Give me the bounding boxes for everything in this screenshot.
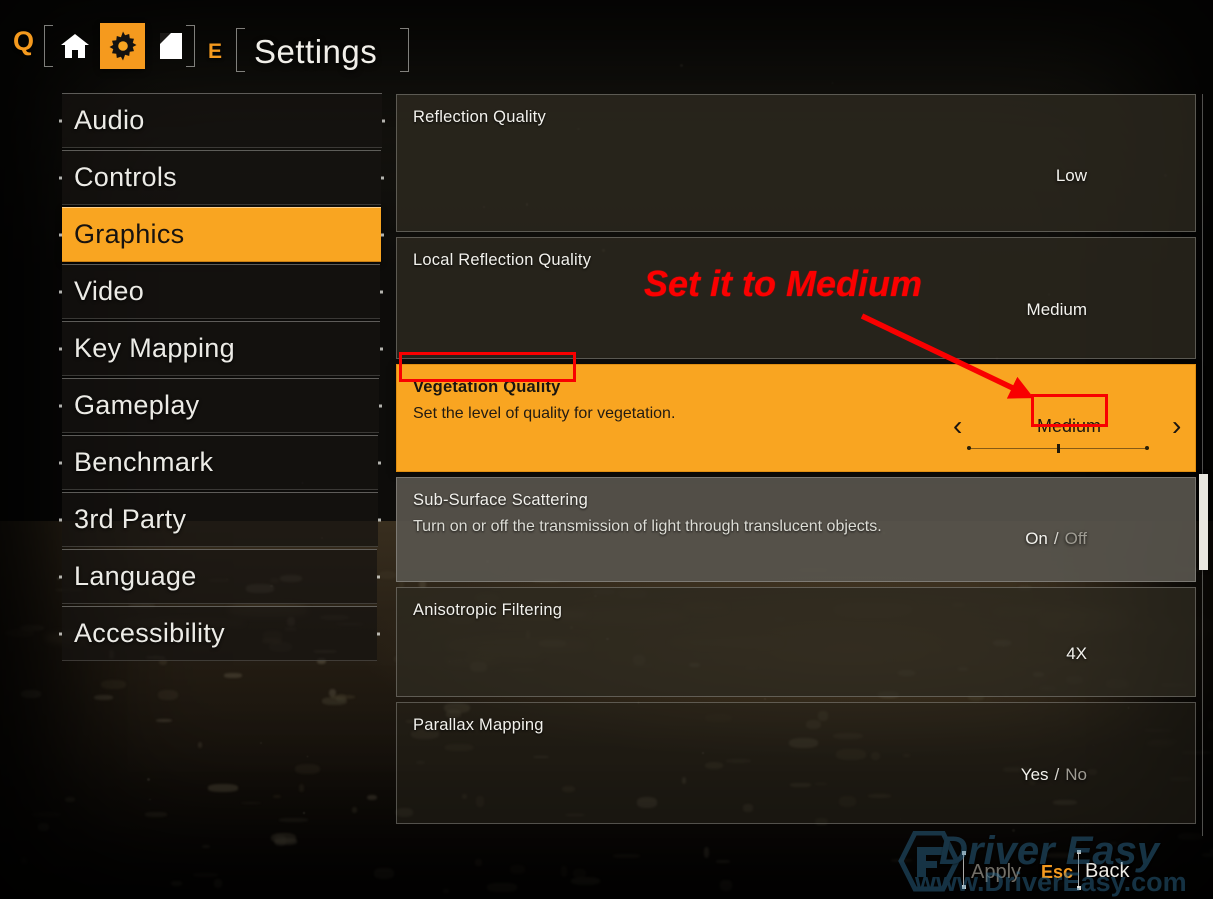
sidebar-item-label: Audio [74, 105, 145, 135]
setting-value-separator: / [1054, 765, 1060, 784]
scrollbar-thumb[interactable] [1199, 474, 1208, 570]
page-title: Settings [254, 33, 378, 70]
sidebar-item-nub-left [59, 461, 62, 464]
nav-icon-group [52, 22, 193, 70]
nav-home-button[interactable] [52, 23, 97, 69]
setting-slider[interactable] [967, 444, 1149, 454]
setting-row-sub-surface-scattering[interactable]: Sub-Surface Scattering Turn on or off the… [396, 477, 1196, 582]
document-icon [159, 33, 182, 59]
sidebar-item-nub-left [59, 575, 62, 578]
scrollbar-track[interactable] [1202, 94, 1203, 836]
setting-value[interactable]: On / Off [1025, 530, 1087, 547]
nav-log-button[interactable] [148, 23, 193, 69]
sidebar-item-key-mapping[interactable]: Key Mapping [59, 321, 383, 376]
setting-value[interactable]: Yes / No [1021, 766, 1087, 783]
sidebar-item-nub-left [59, 290, 62, 293]
sidebar-item-benchmark[interactable]: Benchmark [59, 435, 382, 490]
setting-value: 4X [1066, 645, 1087, 662]
sidebar-item-nub-left [59, 233, 62, 236]
sidebar-item-nub-left [59, 518, 62, 521]
nav-next-key: E [208, 40, 223, 63]
watermark-url: www.DriverEasy.com [915, 867, 1187, 897]
setting-value-text: 4X [1066, 644, 1087, 663]
setting-description: Set the level of quality for vegetation. [413, 404, 676, 422]
sidebar-item-accessibility[interactable]: Accessibility [59, 606, 380, 661]
sidebar-item-nub-right [382, 119, 385, 122]
slider-thumb[interactable] [1056, 444, 1060, 453]
sidebar-item-nub-left [59, 404, 62, 407]
sidebar-item-nub-right [381, 176, 385, 179]
sidebar-item-label: Benchmark [74, 447, 214, 477]
sidebar-item-nub-right [380, 233, 384, 236]
sidebar-item-nub-right [377, 518, 381, 521]
setting-value-text: Medium [1026, 300, 1087, 319]
gear-icon [109, 31, 136, 61]
nav-prev-key: Q [13, 26, 35, 56]
sidebar-item-graphics[interactable]: Graphics [59, 207, 384, 262]
sidebar-item-language[interactable]: Language [59, 549, 381, 604]
setting-row-local-reflection-quality[interactable]: Local Reflection Quality Medium [396, 237, 1196, 359]
setting-value-off[interactable]: No [1065, 765, 1087, 784]
setting-value: Low [1056, 167, 1087, 184]
setting-row-reflection-quality[interactable]: Reflection Quality Low [396, 94, 1196, 232]
sidebar-item-nub-left [59, 632, 62, 635]
setting-value-on[interactable]: On [1025, 529, 1048, 548]
setting-value-separator: / [1053, 529, 1059, 548]
sidebar-item-label: Accessibility [74, 618, 225, 648]
title-bracket-right [400, 28, 409, 72]
setting-row-anisotropic-filtering[interactable]: Anisotropic Filtering 4X [396, 587, 1196, 697]
settings-scrollbar[interactable] [1199, 94, 1208, 836]
nav-settings-button[interactable] [100, 23, 145, 69]
sidebar-item-label: Key Mapping [74, 333, 235, 363]
setting-value-on[interactable]: Yes [1021, 765, 1049, 784]
sidebar-item-label: Video [74, 276, 145, 306]
sidebar-item-nub-right [377, 575, 381, 578]
sidebar-item-nub-right [378, 461, 382, 464]
setting-title: Parallax Mapping [413, 716, 544, 734]
sidebar-item-nub-left [59, 176, 62, 179]
setting-title: Reflection Quality [413, 108, 546, 126]
title-bracket-left [236, 28, 245, 72]
home-icon [60, 34, 89, 58]
setting-description: Turn on or off the transmission of light… [413, 517, 882, 535]
sidebar-item-controls[interactable]: Controls [59, 150, 385, 205]
sidebar-item-audio[interactable]: Audio [59, 93, 385, 148]
sidebar-item-label: Gameplay [74, 390, 200, 420]
setting-title: Anisotropic Filtering [413, 601, 563, 619]
setting-prev-arrow[interactable]: ‹ [953, 412, 962, 440]
sidebar-item-label: 3rd Party [74, 504, 187, 534]
setting-value-off[interactable]: Off [1065, 529, 1087, 548]
settings-list-panel[interactable]: Reflection Quality Low Local Reflection Qu… [396, 94, 1208, 836]
top-navigation-bar: Q E Settings [0, 0, 1213, 92]
sidebar-item-nub-right [379, 347, 383, 350]
setting-value-text: Low [1055, 166, 1087, 185]
sidebar-item-label: Controls [74, 162, 177, 192]
sidebar-item-label: Graphics [74, 219, 185, 249]
slider-tick-min [967, 446, 971, 450]
sidebar-item-3rd-party[interactable]: 3rd Party [59, 492, 381, 547]
sidebar-item-nub-left [59, 347, 62, 350]
setting-title: Vegetation Quality [413, 378, 561, 396]
sidebar-item-video[interactable]: Video [59, 264, 384, 319]
settings-category-sidebar[interactable]: Audio Controls Graphics Video Key Mapping Gam… [59, 93, 385, 663]
setting-row-parallax-mapping[interactable]: Parallax Mapping Yes / No [396, 702, 1196, 824]
sidebar-item-nub-right [376, 632, 380, 635]
sidebar-item-gameplay[interactable]: Gameplay [59, 378, 382, 433]
setting-title: Local Reflection Quality [413, 251, 592, 269]
sidebar-item-nub-left [59, 119, 62, 122]
setting-next-arrow[interactable]: › [1172, 412, 1181, 440]
setting-title: Sub-Surface Scattering [413, 491, 588, 509]
sidebar-item-label: Language [74, 561, 197, 591]
setting-value: Medium [1037, 416, 1102, 436]
setting-row-vegetation-quality[interactable]: Vegetation Quality Set the level of quali… [396, 364, 1196, 472]
watermark: Driver Easy www.DriverEasy.com [883, 827, 1213, 899]
sidebar-item-nub-right [380, 290, 384, 293]
slider-tick-max [1145, 446, 1149, 450]
sidebar-item-nub-right [379, 404, 382, 407]
setting-value: Medium [1027, 301, 1087, 318]
